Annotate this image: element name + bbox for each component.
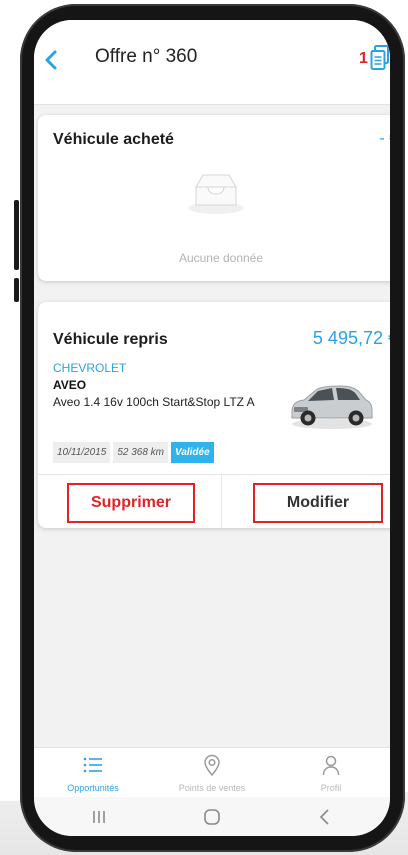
trade-in-vehicle-price: 5 495,72 € bbox=[312, 328, 390, 348]
tab-label-profil: Profil bbox=[320, 783, 342, 793]
document-icon[interactable] bbox=[370, 45, 390, 71]
tab-points-de-ventes[interactable]: Points de ventes bbox=[153, 748, 271, 798]
bought-vehicle-price: - € bbox=[379, 130, 390, 147]
empty-data-text: Aucune donnée bbox=[178, 251, 264, 265]
back-arrow-icon[interactable] bbox=[40, 48, 64, 72]
tab-label-points-de-ventes: Points de ventes bbox=[178, 783, 246, 793]
app-header: Offre n° 360 1 bbox=[34, 20, 390, 105]
status-badge: Validée bbox=[171, 442, 214, 463]
bottom-tab-bar: Opportunités Points de ventes Profil bbox=[34, 747, 390, 798]
page-title: Offre n° 360 bbox=[95, 46, 198, 67]
card-actions: Supprimer Modifier bbox=[38, 474, 390, 528]
mileage-tag: 52 368 km bbox=[113, 442, 169, 463]
trade-in-vehicle-card: Véhicule repris 5 495,72 € CHEVROLET AVE… bbox=[38, 302, 390, 528]
system-navigation-bar bbox=[34, 797, 390, 836]
vehicle-tags: 10/11/2015 52 368 km Validée bbox=[53, 442, 214, 463]
trade-in-vehicle-title: Véhicule repris bbox=[53, 331, 168, 348]
registration-date-tag: 10/11/2015 bbox=[53, 442, 111, 463]
tab-profil[interactable]: Profil bbox=[272, 748, 390, 798]
phone-side-button bbox=[14, 200, 19, 270]
phone-side-button bbox=[14, 278, 19, 302]
list-icon bbox=[83, 757, 102, 773]
delete-button[interactable]: Supprimer bbox=[67, 483, 195, 523]
back-icon[interactable] bbox=[314, 806, 336, 828]
tab-label-opportunites: Opportunités bbox=[67, 783, 119, 793]
vehicle-version: Aveo 1.4 16v 100ch Start&Stop LTZ A bbox=[53, 395, 255, 409]
empty-inbox-icon bbox=[188, 174, 244, 214]
tab-opportunites[interactable]: Opportunités bbox=[34, 748, 152, 798]
actions-divider bbox=[221, 475, 222, 528]
bought-vehicle-card: Véhicule acheté - € Aucune donnée bbox=[38, 115, 390, 281]
user-icon bbox=[322, 755, 340, 776]
home-icon[interactable] bbox=[201, 806, 223, 828]
document-count-badge: 1 bbox=[359, 50, 368, 67]
car-photo bbox=[291, 385, 373, 429]
app-screen: Offre n° 360 1 Véhicule acheté - € Aucun… bbox=[34, 20, 390, 836]
edit-button[interactable]: Modifier bbox=[253, 483, 383, 523]
stage: Offre n° 360 1 Véhicule acheté - € Aucun… bbox=[0, 0, 408, 855]
location-pin-icon bbox=[204, 754, 220, 776]
bought-vehicle-title: Véhicule acheté bbox=[53, 131, 174, 148]
vehicle-brand: CHEVROLET bbox=[53, 361, 127, 375]
recents-icon[interactable] bbox=[88, 806, 110, 828]
vehicle-model: AVEO bbox=[53, 378, 87, 392]
